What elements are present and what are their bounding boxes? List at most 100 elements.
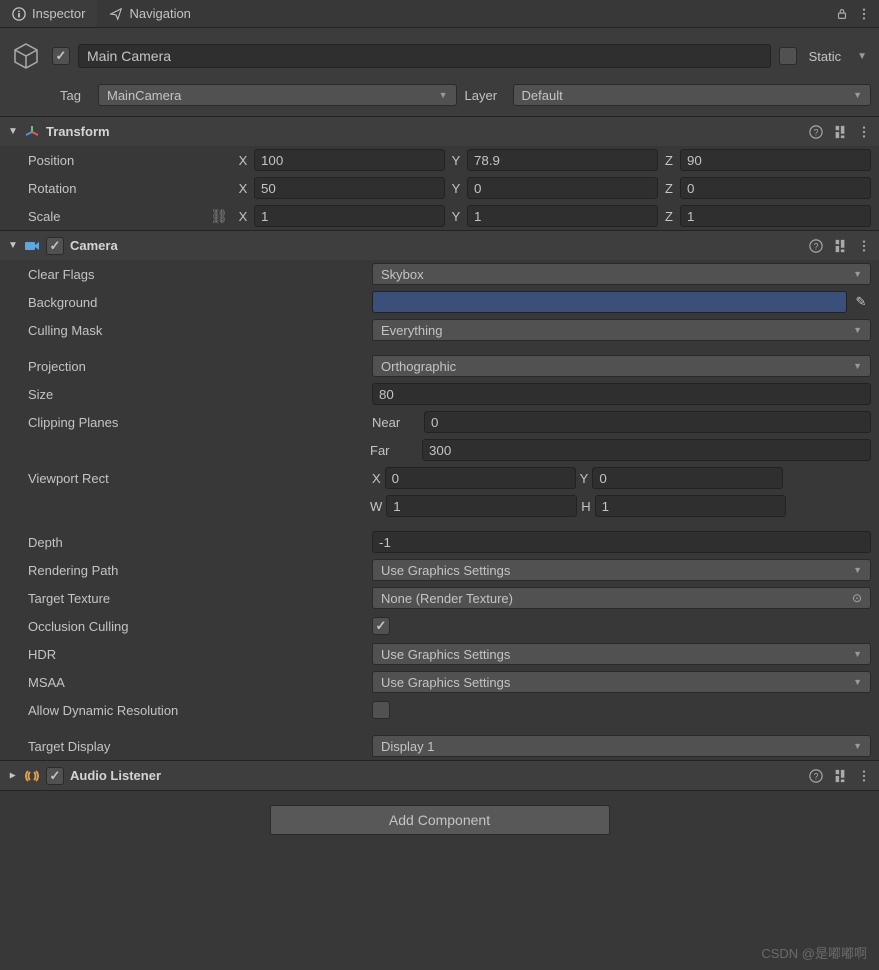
object-picker-icon[interactable]: ⊙ xyxy=(852,591,862,605)
culling-mask-dropdown[interactable]: Everything▼ xyxy=(372,319,871,341)
help-icon[interactable]: ? xyxy=(809,769,823,783)
static-dropdown-caret[interactable]: ▼ xyxy=(853,51,871,62)
size-row: Size xyxy=(0,380,879,408)
audio-listener-foldout[interactable]: ▼ xyxy=(8,771,19,781)
kebab-menu-icon[interactable] xyxy=(857,769,871,783)
preset-icon[interactable] xyxy=(833,769,847,783)
depth-label: Depth xyxy=(28,535,368,550)
camera-foldout[interactable]: ▼ xyxy=(8,240,18,251)
rendering-path-dropdown[interactable]: Use Graphics Settings▼ xyxy=(372,559,871,581)
scale-row: Scale ⛓ X Y Z xyxy=(0,202,879,230)
kebab-menu-icon[interactable] xyxy=(857,125,871,139)
tag-dropdown[interactable]: MainCamera ▼ xyxy=(98,84,457,106)
position-x-input[interactable] xyxy=(254,149,445,171)
rotation-row: Rotation X Y Z xyxy=(0,174,879,202)
audio-listener-icon xyxy=(24,768,40,784)
chevron-down-icon: ▼ xyxy=(853,677,862,687)
occlusion-culling-checkbox[interactable] xyxy=(372,617,390,635)
tab-navigation[interactable]: Navigation xyxy=(97,0,202,27)
y-label: Y xyxy=(449,209,463,224)
msaa-dropdown[interactable]: Use Graphics Settings▼ xyxy=(372,671,871,693)
msaa-label: MSAA xyxy=(28,675,368,690)
info-icon xyxy=(12,7,26,21)
audio-listener-header: ▼ Audio Listener ? xyxy=(0,760,879,790)
position-z-input[interactable] xyxy=(680,149,871,171)
target-texture-picker[interactable]: None (Render Texture)⊙ xyxy=(372,587,871,609)
kebab-menu-icon[interactable] xyxy=(857,7,871,21)
kebab-menu-icon[interactable] xyxy=(857,239,871,253)
size-input[interactable] xyxy=(372,383,871,405)
far-input[interactable] xyxy=(422,439,871,461)
hdr-label: HDR xyxy=(28,647,368,662)
camera-icon xyxy=(24,238,40,254)
help-icon[interactable]: ? xyxy=(809,239,823,253)
viewport-w-input[interactable] xyxy=(386,495,577,517)
svg-text:?: ? xyxy=(814,241,819,251)
clear-flags-dropdown[interactable]: Skybox▼ xyxy=(372,263,871,285)
allow-dynamic-resolution-label: Allow Dynamic Resolution xyxy=(28,703,368,718)
scale-z-input[interactable] xyxy=(680,205,871,227)
static-label: Static xyxy=(805,49,846,64)
y-label: Y xyxy=(580,471,589,486)
x-label: X xyxy=(236,153,250,168)
tab-inspector[interactable]: Inspector xyxy=(0,0,97,27)
preset-icon[interactable] xyxy=(833,239,847,253)
constrain-proportions-icon[interactable]: ⛓ xyxy=(210,208,228,225)
preset-icon[interactable] xyxy=(833,125,847,139)
layer-value: Default xyxy=(522,88,563,103)
allow-dynamic-resolution-checkbox[interactable] xyxy=(372,701,390,719)
rotation-x-input[interactable] xyxy=(254,177,445,199)
far-label: Far xyxy=(370,443,418,458)
chevron-down-icon: ▼ xyxy=(853,361,862,371)
z-label: Z xyxy=(662,181,676,196)
audio-listener-enabled-checkbox[interactable] xyxy=(46,767,64,785)
projection-dropdown[interactable]: Orthographic▼ xyxy=(372,355,871,377)
static-checkbox[interactable] xyxy=(779,47,797,65)
gameobject-header: Static ▼ xyxy=(0,28,879,80)
gameobject-name-input[interactable] xyxy=(78,44,771,68)
position-label: Position xyxy=(28,153,232,168)
chevron-down-icon: ▼ xyxy=(853,325,862,335)
viewport-y-input[interactable] xyxy=(592,467,783,489)
viewport-h-input[interactable] xyxy=(595,495,786,517)
gameobject-active-checkbox[interactable] xyxy=(52,47,70,65)
transform-foldout[interactable]: ▼ xyxy=(8,126,18,137)
clear-flags-label: Clear Flags xyxy=(28,267,368,282)
background-color-swatch[interactable] xyxy=(372,291,847,313)
target-display-dropdown[interactable]: Display 1▼ xyxy=(372,735,871,757)
z-label: Z xyxy=(662,209,676,224)
target-display-label: Target Display xyxy=(28,739,368,754)
camera-title: Camera xyxy=(70,238,803,253)
help-icon[interactable]: ? xyxy=(809,125,823,139)
eyedropper-icon[interactable]: ✎ xyxy=(851,294,871,310)
tab-inspector-label: Inspector xyxy=(32,6,85,21)
position-y-input[interactable] xyxy=(467,149,658,171)
gameobject-icon[interactable] xyxy=(8,38,44,74)
navigation-icon xyxy=(109,7,123,21)
hdr-row: HDR Use Graphics Settings▼ xyxy=(0,640,879,668)
viewport-wh-row: W H xyxy=(0,492,879,520)
layer-dropdown[interactable]: Default ▼ xyxy=(513,84,872,106)
rotation-y-input[interactable] xyxy=(467,177,658,199)
add-component-button[interactable]: Add Component xyxy=(270,805,610,835)
tab-bar: Inspector Navigation xyxy=(0,0,879,28)
viewport-rect-label: Viewport Rect xyxy=(28,471,368,486)
hdr-dropdown[interactable]: Use Graphics Settings▼ xyxy=(372,643,871,665)
background-row: Background ✎ xyxy=(0,288,879,316)
viewport-x-input[interactable] xyxy=(385,467,576,489)
background-label: Background xyxy=(28,295,368,310)
target-texture-row: Target Texture None (Render Texture)⊙ xyxy=(0,584,879,612)
clear-flags-row: Clear Flags Skybox▼ xyxy=(0,260,879,288)
scale-x-input[interactable] xyxy=(254,205,445,227)
rendering-path-label: Rendering Path xyxy=(28,563,368,578)
camera-enabled-checkbox[interactable] xyxy=(46,237,64,255)
scale-y-input[interactable] xyxy=(467,205,658,227)
lock-icon[interactable] xyxy=(835,7,849,21)
rotation-z-input[interactable] xyxy=(680,177,871,199)
occlusion-culling-row: Occlusion Culling xyxy=(0,612,879,640)
near-input[interactable] xyxy=(424,411,871,433)
tag-label: Tag xyxy=(60,88,90,103)
depth-input[interactable] xyxy=(372,531,871,553)
audio-listener-title: Audio Listener xyxy=(70,768,803,783)
chevron-down-icon: ▼ xyxy=(853,649,862,659)
